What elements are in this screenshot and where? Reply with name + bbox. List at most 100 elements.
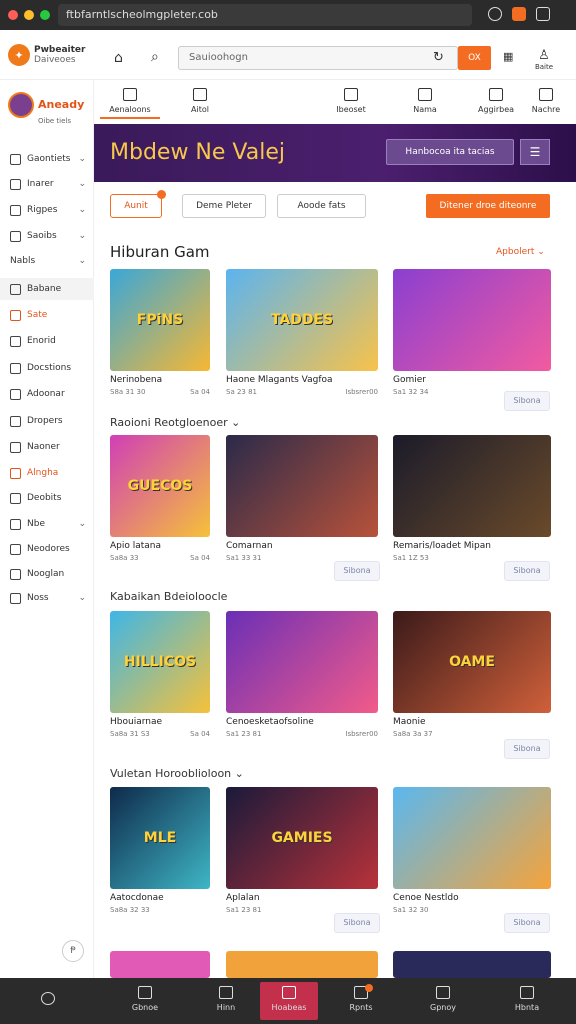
filter-cta-button[interactable]: Ditener droe diteonre bbox=[426, 194, 550, 218]
game-card[interactable]: HILLICOS Hbouiarnae Sa8a 31 S3 Sa 04 bbox=[110, 611, 210, 740]
sidebar-item[interactable]: Gaontiets ⌄ bbox=[0, 148, 94, 170]
game-card[interactable]: Cenoe Nestldo Sa1 32 30 bbox=[393, 787, 551, 916]
sidebar-item[interactable]: Naoner bbox=[0, 436, 94, 458]
brand[interactable]: ✦ Pwbeaiter Daiveoes bbox=[8, 44, 85, 66]
qr-icon[interactable]: ▦ bbox=[503, 50, 513, 63]
refresh-icon[interactable]: ↻ bbox=[433, 50, 444, 65]
game-thumbnail[interactable] bbox=[393, 787, 551, 889]
close-window-button[interactable] bbox=[8, 10, 18, 20]
sidebar-item[interactable]: Babane bbox=[0, 278, 94, 300]
game-thumbnail[interactable]: GAMIES bbox=[226, 787, 378, 889]
game-thumbnail[interactable] bbox=[226, 611, 378, 713]
user-menu-label: Baite bbox=[534, 63, 554, 71]
search-input[interactable]: Sauioohogn bbox=[178, 46, 458, 70]
card-action-button[interactable]: Sibona bbox=[504, 739, 550, 759]
search-button[interactable]: OX bbox=[458, 46, 491, 70]
game-thumbnail[interactable] bbox=[226, 951, 378, 978]
filter-all[interactable]: Aunit bbox=[110, 190, 166, 218]
share-icon[interactable] bbox=[488, 7, 502, 21]
bottom-nav-item[interactable]: Rpnts bbox=[331, 986, 391, 1012]
bottom-nav-item[interactable]: Gbnoe bbox=[115, 986, 175, 1012]
game-thumbnail[interactable] bbox=[393, 435, 551, 537]
game-thumbnail[interactable]: TADDES bbox=[226, 269, 378, 371]
scroll-up-button[interactable]: Ᵽ bbox=[62, 940, 84, 962]
bottom-nav-item[interactable]: Hbnta bbox=[497, 986, 557, 1012]
bottom-nav-item[interactable]: Hinn bbox=[196, 986, 256, 1012]
game-thumbnail[interactable]: GUECOS bbox=[110, 435, 210, 537]
game-thumbnail[interactable] bbox=[393, 951, 551, 978]
sidebar-item[interactable]: Rigpes ⌄ bbox=[0, 199, 94, 221]
card-action-button[interactable]: Sibona bbox=[504, 561, 550, 581]
section-link[interactable]: Apbolert ⌄ bbox=[496, 247, 545, 257]
game-thumbnail[interactable]: HILLICOS bbox=[110, 611, 210, 713]
card-action-button[interactable]: Sibona bbox=[334, 913, 380, 933]
game-card[interactable]: OAME Maonie Sa8a 3a 37 bbox=[393, 611, 551, 740]
filter-2[interactable]: Deme Pleter bbox=[182, 194, 266, 218]
game-thumbnail[interactable]: OAME bbox=[393, 611, 551, 713]
user-menu[interactable]: ♙ Baite bbox=[532, 44, 556, 71]
game-card[interactable]: Gomier Sa1 32 34 bbox=[393, 269, 551, 398]
bottom-nav-icon bbox=[41, 992, 55, 1005]
sidebar-item[interactable]: Enorid bbox=[0, 330, 94, 352]
game-thumbnail[interactable]: FPiNS bbox=[110, 269, 210, 371]
sidebar-item[interactable]: Alngha bbox=[0, 462, 94, 484]
game-thumbnail[interactable] bbox=[393, 269, 551, 371]
game-card[interactable]: FPiNS Nerinobena S8a 31 30 Sa 04 bbox=[110, 269, 210, 398]
bottom-nav-item[interactable]: Hoabeas bbox=[260, 982, 318, 1020]
game-meta: Sa8a 32 33 bbox=[110, 906, 150, 914]
maximize-window-button[interactable] bbox=[40, 10, 50, 20]
home-icon[interactable]: ⌂ bbox=[114, 50, 123, 66]
sidebar-item[interactable]: Sate bbox=[0, 304, 94, 326]
sidebar-item[interactable]: Deobits bbox=[0, 487, 94, 509]
game-title: Maonie bbox=[393, 717, 426, 727]
sidebar-item-icon bbox=[10, 441, 21, 453]
game-card[interactable]: Cenoesketaofsoline Sa1 23 81 Isbsrer00 bbox=[226, 611, 378, 740]
search-icon[interactable]: ⌕ bbox=[151, 49, 159, 65]
sidebar-item[interactable]: Saoibs ⌄ bbox=[0, 225, 94, 247]
bottom-nav-item[interactable] bbox=[18, 986, 78, 1009]
bottom-nav-item[interactable]: Gpnoy bbox=[413, 986, 473, 1012]
nav-tab[interactable]: Nama bbox=[395, 88, 455, 114]
nav-tab[interactable]: Aitol bbox=[170, 88, 230, 114]
game-card[interactable]: Comarnan Sa1 33 31 bbox=[226, 435, 378, 564]
game-card[interactable]: GAMIES Aplalan Sa1 23 81 bbox=[226, 787, 378, 916]
game-thumbnail[interactable] bbox=[226, 435, 378, 537]
chevron-down-icon: ⌄ bbox=[78, 231, 86, 241]
nav-tab[interactable]: Ibeoset bbox=[321, 88, 381, 114]
filter-badge bbox=[157, 190, 166, 199]
game-card[interactable]: GUECOS Apio latana Sa8a 33 Sa 04 bbox=[110, 435, 210, 564]
nav-tab[interactable]: Nachre bbox=[516, 88, 576, 114]
minimize-window-button[interactable] bbox=[24, 10, 34, 20]
sidebar-item[interactable]: Neodores bbox=[0, 538, 94, 560]
sidebar-item[interactable]: Docstions bbox=[0, 357, 94, 379]
game-thumbnail[interactable] bbox=[110, 951, 210, 978]
game-card[interactable]: MLE Aatocdonae Sa8a 32 33 bbox=[110, 787, 210, 916]
sidebar-item[interactable]: Adoonar bbox=[0, 383, 94, 405]
game-thumbnail[interactable]: MLE bbox=[110, 787, 210, 889]
nav-tab[interactable]: Aenaloons bbox=[100, 88, 160, 119]
profile-subtitle: Oibe tiels bbox=[38, 117, 72, 125]
url-bar[interactable]: ftbfarntlscheolmgpleter.cob bbox=[58, 4, 472, 26]
sidebar-item[interactable]: Nooglan bbox=[0, 563, 94, 585]
section-subtitle[interactable]: Vuletan Horooblioloon ⌄ bbox=[110, 767, 244, 780]
section-subtitle[interactable]: Raoioni Reotgloenoer ⌄ bbox=[110, 416, 240, 429]
sidebar-item[interactable]: Dropers bbox=[0, 410, 94, 432]
sidebar-item[interactable]: Nabls ⌄ bbox=[0, 250, 94, 272]
extension-icon[interactable] bbox=[512, 7, 526, 21]
hero-menu-button[interactable]: ☰ bbox=[520, 139, 550, 165]
hero-button[interactable]: Hanbocoa ita tacias bbox=[386, 139, 514, 165]
card-action-button[interactable]: Sibona bbox=[334, 561, 380, 581]
sidebar-item-icon bbox=[10, 415, 21, 427]
sidebar-profile[interactable]: Aneady Oibe tiels bbox=[8, 92, 94, 132]
tab-label: Aggirbea bbox=[477, 105, 515, 114]
card-action-button[interactable]: Sibona bbox=[504, 913, 550, 933]
filter-3[interactable]: Aoode fats bbox=[277, 194, 366, 218]
sidebar-item[interactable]: Inarer ⌄ bbox=[0, 173, 94, 195]
sidebar-item[interactable]: Nbe ⌄ bbox=[0, 513, 94, 535]
game-card[interactable]: Remaris/loadet Mipan Sa1 1Z 53 bbox=[393, 435, 551, 564]
menu-icon[interactable] bbox=[536, 7, 550, 21]
sidebar-item-label: Enorid bbox=[27, 336, 56, 346]
game-card[interactable]: TADDES Haone Mlagants Vagfoa Sa 23 81 Isbsr… bbox=[226, 269, 378, 398]
card-action-button[interactable]: Sibona bbox=[504, 391, 550, 411]
sidebar-item[interactable]: Noss ⌄ bbox=[0, 587, 94, 609]
